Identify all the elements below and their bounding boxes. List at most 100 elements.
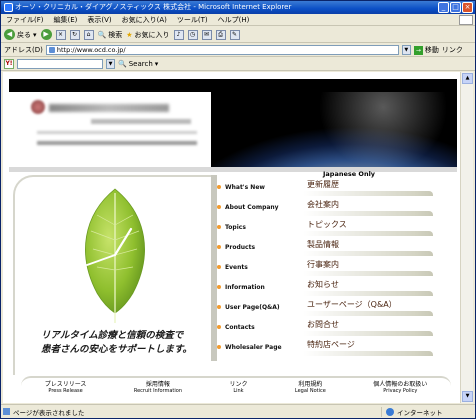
address-dropdown[interactable]: ▼	[401, 45, 411, 55]
chevron-down-icon: ▾	[33, 30, 37, 39]
title-bar: オーソ・クリニカル・ダイアグノスティックス 株式会社 - Microsoft I…	[1, 1, 475, 14]
forward-button[interactable]: ▶	[40, 29, 52, 40]
footer-legal-notice[interactable]: 利用規約 Legal Notice	[282, 376, 343, 395]
status-bar: ページが表示されました インターネット	[1, 404, 475, 418]
footer-links: プレスリリース Press Release 採用情報 Recruit Infor…	[21, 376, 451, 403]
bullet-icon	[217, 265, 221, 269]
footer-label-jp: 採用情報	[145, 381, 170, 388]
nav-label: What's New	[225, 183, 265, 191]
nav-label: Information	[225, 283, 265, 291]
footer-label-en: Privacy Policy	[383, 388, 418, 394]
nav-topics[interactable]: Topics	[217, 217, 299, 237]
nav-label: Events	[225, 263, 248, 271]
links-button[interactable]: リンク	[442, 45, 463, 55]
search-label: 検索	[108, 30, 123, 39]
scroll-up-button[interactable]: ▲	[462, 73, 473, 84]
menu-edit[interactable]: 編集(E)	[49, 15, 83, 25]
nav-about-company[interactable]: About Company	[217, 197, 299, 217]
english-nav: What's New About Company Topics Products…	[217, 177, 299, 357]
favorites-button[interactable]: ★ お気に入り	[126, 30, 169, 40]
search-dropdown[interactable]: ▼	[106, 59, 115, 69]
leaf-visual-panel: リアルタイム診療と信頼の検査で 患者さんの安心をサポートします。	[13, 175, 211, 375]
close-button[interactable]: ×	[462, 2, 473, 13]
menu-help[interactable]: ヘルプ(H)	[213, 15, 255, 25]
go-arrow-icon: →	[413, 45, 423, 55]
menu-favorites[interactable]: お気に入り(A)	[117, 15, 172, 25]
nav-label: Wholesaler Page	[225, 343, 282, 351]
mail-button[interactable]: ✉	[201, 29, 212, 40]
leaf-clock-illustration	[85, 188, 145, 323]
window-controls: _ □ ×	[438, 2, 473, 13]
footer-label-en: Legal Notice	[294, 388, 326, 394]
magnifier-icon: 🔍	[118, 60, 127, 68]
nav-whats-new[interactable]: What's New	[217, 177, 299, 197]
standard-toolbar: ◀ 戻る ▾ ▶ × ↻ ⌂ 🔍 検索 ★ お気に入り ♪ ◷ ✉ ⎙ ✎	[1, 27, 475, 43]
address-bar: アドレス(D) http://www.ocd.co.jp/ ▼ → 移動 リンク	[1, 44, 475, 57]
bullet-icon	[217, 285, 221, 289]
jp-nav-user-page[interactable]: ユーザーページ（Q&A）	[301, 298, 433, 318]
security-zone: インターネット	[381, 406, 443, 417]
footer-label-jp: プレスリリース	[44, 381, 87, 388]
jp-nav-company[interactable]: 会社案内	[301, 198, 433, 218]
bullet-icon	[217, 245, 221, 249]
jp-nav-topics[interactable]: トピックス	[301, 218, 433, 238]
nav-wholesaler-page[interactable]: Wholesaler Page	[217, 337, 299, 357]
scroll-down-button[interactable]: ▼	[462, 391, 473, 402]
vertical-scrollbar[interactable]: ▲ ▼	[460, 72, 473, 403]
japanese-only-label: Japanese Only	[323, 170, 376, 178]
japanese-nav: 更新履歴 会社案内 トピックス 製品情報 行事案内 お知らせ ユーザーページ（Q…	[301, 178, 433, 358]
maximize-button[interactable]: □	[450, 2, 461, 13]
windows-logo-icon	[459, 14, 473, 25]
footer-label-en: Recruit Information	[133, 388, 183, 394]
nav-products[interactable]: Products	[217, 237, 299, 257]
print-button[interactable]: ⎙	[215, 29, 226, 40]
jp-nav-events[interactable]: 行事案内	[301, 258, 433, 278]
nav-events[interactable]: Events	[217, 257, 299, 277]
favorites-label: お気に入り	[134, 30, 170, 39]
search-button[interactable]: 🔍 検索	[98, 30, 123, 40]
nav-information[interactable]: Information	[217, 277, 299, 297]
toolbar-search-button[interactable]: 🔍 Search ▾	[118, 60, 158, 68]
history-button[interactable]: ◷	[187, 29, 198, 40]
header-band	[9, 79, 457, 92]
home-button[interactable]: ⌂	[83, 29, 94, 40]
nav-label: Contacts	[225, 323, 255, 331]
footer-privacy-policy[interactable]: 個人情報のお取扱い Privacy Policy	[361, 376, 428, 395]
toolbar-search-input[interactable]	[17, 59, 103, 69]
nav-label: User Page(Q&A)	[225, 303, 280, 311]
logo-tagline	[37, 141, 197, 145]
nav-label: Products	[225, 243, 256, 251]
footer-label-jp: 個人情報のお取扱い	[373, 381, 428, 388]
jp-nav-notices[interactable]: お知らせ	[301, 278, 433, 298]
nav-label: About Company	[225, 203, 279, 211]
menu-tools[interactable]: ツール(T)	[172, 15, 213, 25]
edit-button[interactable]: ✎	[229, 29, 240, 40]
jp-nav-contact[interactable]: お問合せ	[301, 318, 433, 338]
jp-nav-wholesaler[interactable]: 特約店ページ	[301, 338, 433, 358]
footer-press-release[interactable]: プレスリリース Press Release	[32, 376, 93, 395]
nav-label: Topics	[225, 223, 246, 231]
bullet-icon	[217, 305, 221, 309]
yahoo-icon[interactable]: Y!	[4, 59, 14, 69]
go-button[interactable]: → 移動	[413, 45, 439, 55]
jp-nav-update-history[interactable]: 更新履歴	[301, 178, 433, 198]
back-button[interactable]: ◀ 戻る ▾	[4, 29, 37, 40]
menu-bar: ファイル(F) 編集(E) 表示(V) お気に入り(A) ツール(T) ヘルプ(…	[1, 14, 475, 26]
nav-contacts[interactable]: Contacts	[217, 317, 299, 337]
search-toolbar: Y! ▼ 🔍 Search ▾	[1, 58, 475, 71]
search-icon: 🔍	[97, 30, 107, 39]
footer-link[interactable]: リンク Link	[217, 376, 278, 395]
refresh-button[interactable]: ↻	[69, 29, 80, 40]
menu-file[interactable]: ファイル(F)	[1, 15, 49, 25]
stop-button[interactable]: ×	[55, 29, 66, 40]
jp-nav-products[interactable]: 製品情報	[301, 238, 433, 258]
minimize-button[interactable]: _	[438, 2, 449, 13]
menu-view[interactable]: 表示(V)	[82, 15, 116, 25]
media-button[interactable]: ♪	[173, 29, 184, 40]
company-logo[interactable]	[9, 92, 211, 167]
globe-icon	[386, 407, 394, 416]
nav-user-page[interactable]: User Page(Q&A)	[217, 297, 299, 317]
footer-recruit[interactable]: 採用情報 Recruit Information	[121, 376, 183, 395]
address-input[interactable]: http://www.ocd.co.jp/	[45, 45, 399, 55]
logo-subtitle	[91, 119, 191, 124]
